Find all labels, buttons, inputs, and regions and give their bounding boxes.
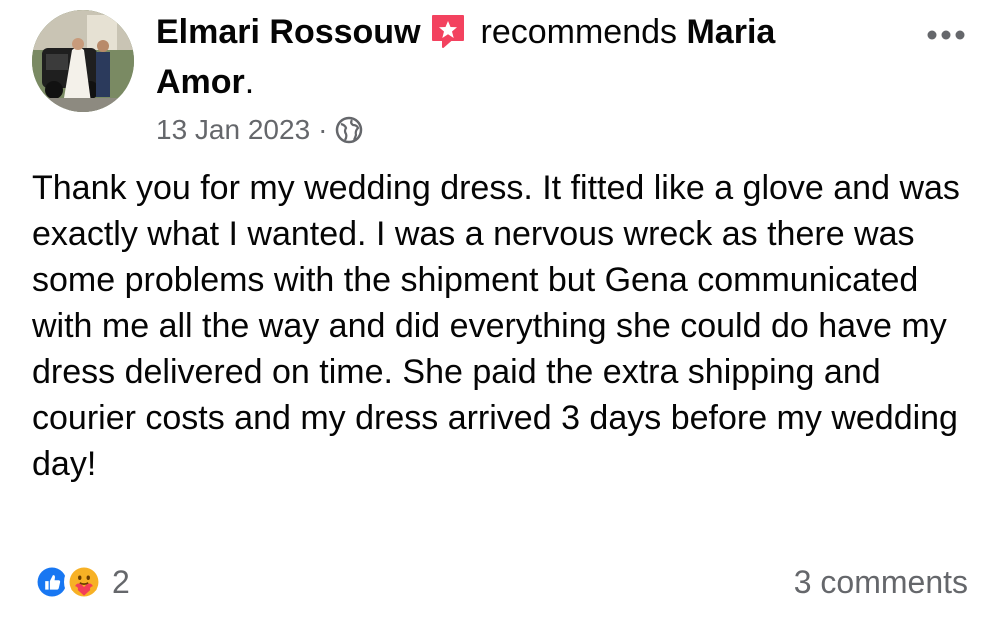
avatar-photo <box>32 10 134 112</box>
page-name-continued[interactable]: Amor <box>156 63 245 101</box>
post-header-line2: Amor. <box>156 60 254 104</box>
recommendation-star-icon <box>431 15 464 48</box>
post-header: Elmari Rossouw recommends Maria <box>156 10 896 54</box>
more-options-icon[interactable] <box>926 28 966 42</box>
author-name[interactable]: Elmari Rossouw <box>156 13 421 51</box>
header-period: . <box>244 63 255 101</box>
reaction-count: 2 <box>112 563 130 600</box>
post-date[interactable]: 13 Jan 2023 <box>156 114 310 145</box>
comments-link[interactable]: 3 comments <box>794 562 968 602</box>
page-name[interactable]: Maria <box>686 13 775 51</box>
care-icon <box>64 562 104 602</box>
post-body: Thank you for my wedding dress. It fitte… <box>32 169 960 483</box>
globe-icon <box>336 116 363 144</box>
post-meta: 13 Jan 2023 · <box>156 112 363 148</box>
reactions-summary[interactable]: 2 <box>32 562 130 602</box>
recommends-text: recommends <box>480 13 678 51</box>
meta-separator: · <box>318 114 328 145</box>
post-footer: 2 3 comments <box>32 558 968 604</box>
author-avatar[interactable] <box>32 10 134 112</box>
